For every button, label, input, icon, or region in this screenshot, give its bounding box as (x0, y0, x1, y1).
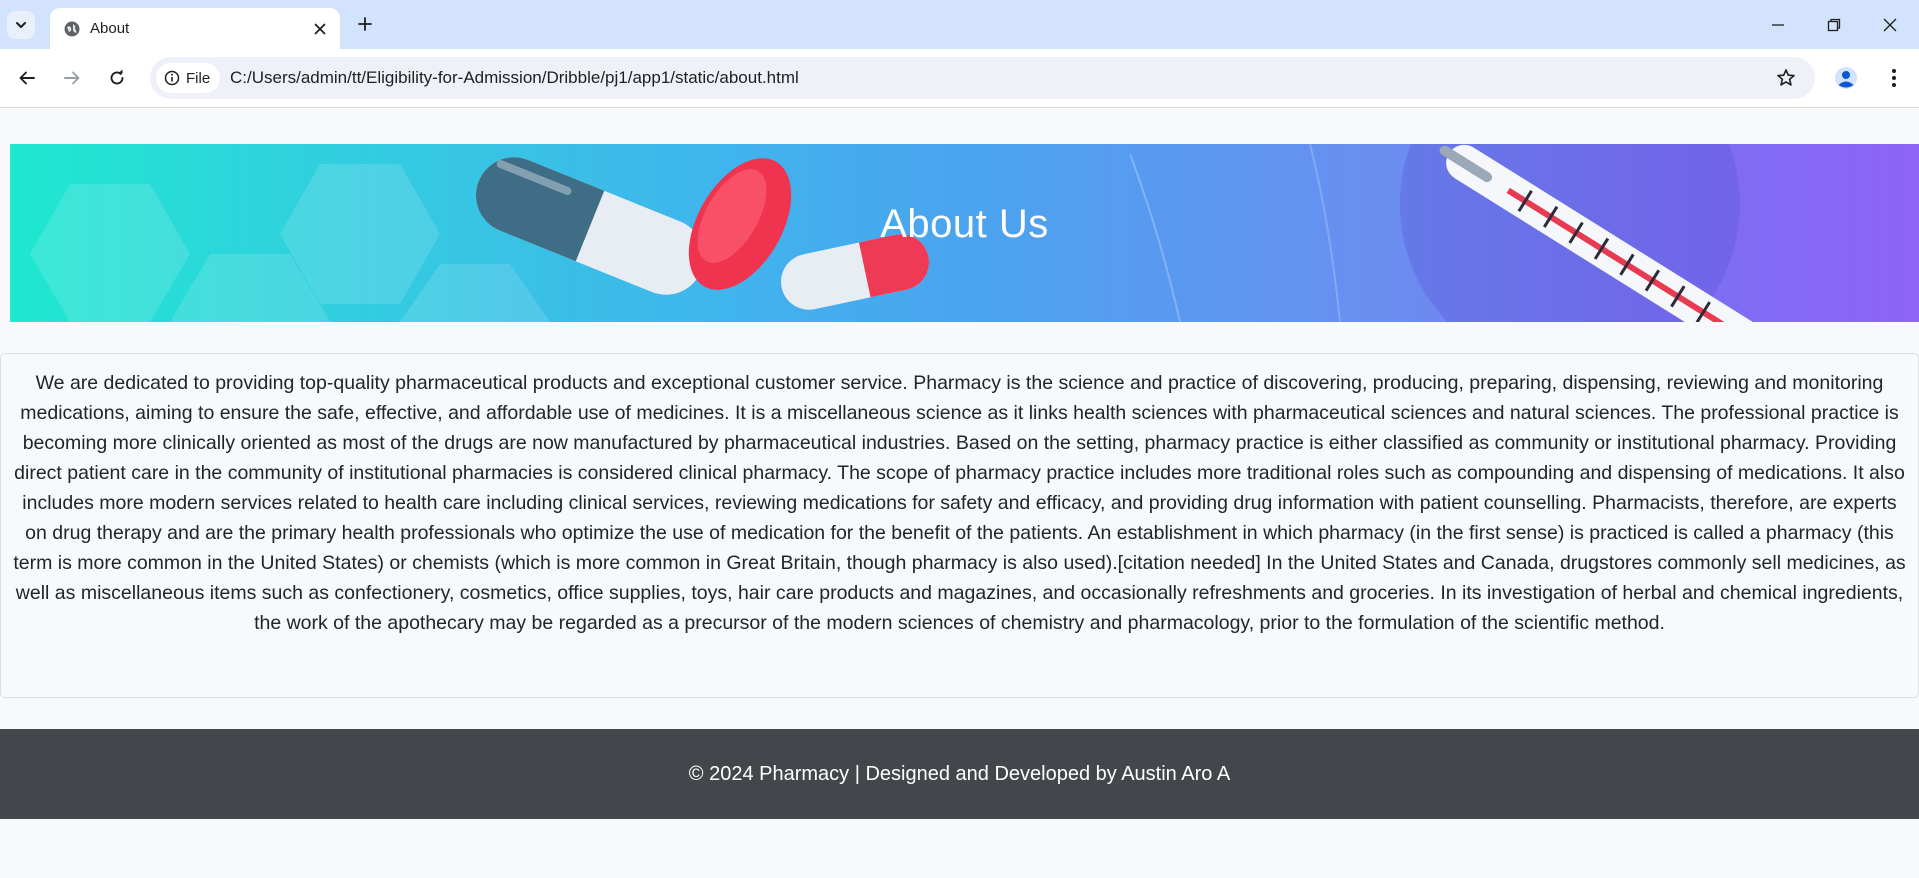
profile-button[interactable] (1832, 64, 1860, 92)
browser-menu-button[interactable] (1880, 64, 1908, 92)
globe-icon (64, 21, 80, 37)
page-title: About Us (880, 202, 1049, 246)
star-icon (1777, 69, 1795, 86)
footer: © 2024 Pharmacy | Designed and Developed… (0, 729, 1919, 819)
about-paragraph: We are dedicated to providing top-qualit… (13, 372, 1906, 634)
forward-icon (64, 71, 80, 85)
tab-close-button[interactable] (310, 19, 330, 39)
about-card: We are dedicated to providing top-qualit… (0, 353, 1919, 698)
new-tab-button[interactable] (353, 12, 377, 36)
tab-search-button[interactable] (7, 11, 35, 39)
info-icon (164, 70, 180, 86)
profile-icon (1835, 67, 1857, 89)
back-icon (19, 71, 35, 85)
plus-icon (358, 17, 372, 31)
minimize-button[interactable] (1763, 10, 1793, 40)
browser-toolbar: File C:/Users/admin/tt/Eligibility-for-A… (0, 49, 1919, 108)
restore-icon (1827, 18, 1841, 32)
bookmark-button[interactable] (1775, 67, 1797, 89)
hero-banner: About Us (10, 144, 1919, 322)
file-chip-label: File (186, 69, 211, 87)
reload-icon (110, 69, 124, 85)
back-button[interactable] (13, 64, 41, 92)
url-text[interactable]: C:/Users/admin/tt/Eligibility-for-Admiss… (230, 57, 799, 99)
close-window-button[interactable] (1875, 10, 1905, 40)
site-info-chip[interactable]: File (156, 63, 221, 93)
restore-button[interactable] (1819, 10, 1849, 40)
footer-credit: © 2024 Pharmacy | Designed and Developed… (688, 762, 1231, 785)
chevron-down-icon (16, 22, 26, 28)
tab-strip: About (0, 0, 1919, 49)
close-icon (314, 23, 326, 35)
address-bar[interactable]: File C:/Users/admin/tt/Eligibility-for-A… (150, 57, 1815, 99)
minimize-icon (1772, 24, 1784, 26)
tab-title: About (90, 20, 130, 37)
reload-button[interactable] (103, 64, 131, 92)
close-icon (1883, 18, 1897, 32)
more-icon (1892, 69, 1896, 87)
active-tab[interactable]: About (50, 8, 340, 49)
forward-button[interactable] (58, 64, 86, 92)
